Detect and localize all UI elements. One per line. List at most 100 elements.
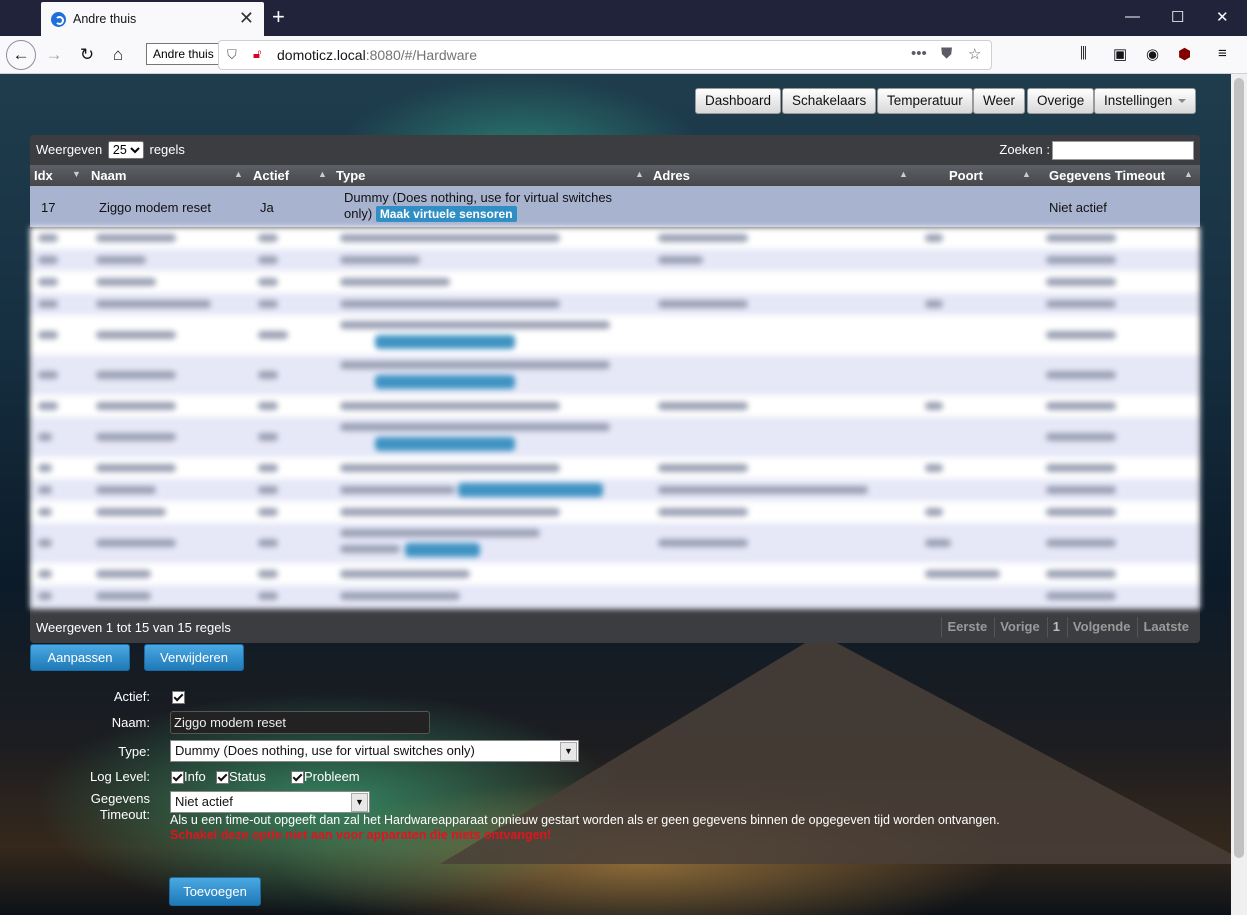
- col-actief[interactable]: Actief: [253, 168, 289, 183]
- ublock-icon[interactable]: ⬢: [1178, 45, 1191, 63]
- sort-icon: ▲: [318, 169, 327, 179]
- cell-actief: Ja: [260, 200, 274, 215]
- pager-page-1[interactable]: 1: [1046, 617, 1065, 637]
- cell-idx: 17: [41, 200, 56, 215]
- sort-icon: ▲: [899, 169, 908, 179]
- log-status-checkbox[interactable]: [216, 771, 229, 785]
- sort-icon: ▲: [1022, 169, 1031, 179]
- chevron-down-icon: ▼: [351, 793, 368, 812]
- account-icon[interactable]: ◉: [1146, 45, 1159, 63]
- minimize-icon[interactable]: —: [1125, 8, 1140, 25]
- page-scrollbar[interactable]: [1231, 74, 1247, 915]
- table-row[interactable]: [30, 585, 1200, 609]
- domoticz-favicon-icon: [51, 12, 66, 27]
- table-row[interactable]: [30, 249, 1200, 271]
- reload-icon[interactable]: ↻: [75, 43, 99, 67]
- pocket-icon[interactable]: ⛊: [941, 45, 952, 62]
- scrollbar-thumb[interactable]: [1234, 78, 1244, 858]
- table-row[interactable]: [30, 523, 1200, 563]
- page-actions-icon[interactable]: •••: [911, 45, 927, 62]
- table-info: Weergeven 1 tot 15 van 15 regels: [36, 620, 231, 635]
- pager-last[interactable]: Laatste: [1137, 617, 1194, 637]
- menu-overige[interactable]: Overige: [1027, 88, 1095, 114]
- cell-type-line2: only) Maak virtuele sensoren: [344, 206, 517, 222]
- search-input[interactable]: [1052, 141, 1194, 160]
- new-tab-icon[interactable]: +: [272, 4, 285, 30]
- active-checkbox[interactable]: [172, 691, 185, 704]
- back-icon[interactable]: ←: [6, 40, 36, 70]
- log-status-option[interactable]: Status: [216, 769, 266, 785]
- table-row[interactable]: [30, 395, 1200, 417]
- pager-previous[interactable]: Vorige: [994, 617, 1045, 637]
- table-row[interactable]: [30, 501, 1200, 523]
- page-length-select[interactable]: 25: [107, 141, 144, 159]
- sort-icon: ▲: [1184, 169, 1193, 179]
- sort-desc-icon: ▼: [72, 169, 81, 179]
- table-row[interactable]: [30, 227, 1200, 249]
- timeout-help-text: Als u een time-out opgeeft dan zal het H…: [170, 813, 1000, 827]
- table-row[interactable]: [30, 271, 1200, 293]
- table-row[interactable]: [30, 457, 1200, 479]
- domoticz-page: Dashboard Schakelaars Temperatuur Weer O…: [0, 74, 1231, 915]
- table-row[interactable]: [30, 315, 1200, 355]
- timeout-label-line1: Gegevens: [90, 791, 150, 806]
- table-row[interactable]: [30, 355, 1200, 395]
- col-idx[interactable]: Idx: [34, 168, 53, 183]
- col-gegevens-timeout[interactable]: Gegevens Timeout: [1049, 168, 1165, 183]
- browser-tab-bar: Andre thuis ✕ + — ☐ ✕: [0, 0, 1247, 36]
- sidebar-icon[interactable]: ▣: [1113, 45, 1127, 63]
- timeout-select[interactable]: Niet actief ▼: [170, 791, 370, 813]
- home-icon[interactable]: ⌂: [106, 43, 130, 67]
- menu-temperatuur[interactable]: Temperatuur: [877, 88, 973, 114]
- tracking-shield-icon[interactable]: ⛉: [227, 47, 237, 63]
- table-row-selected[interactable]: 17 Ziggo modem reset Ja Dummy (Does noth…: [30, 186, 1200, 227]
- insecure-lock-icon[interactable]: 🔓︎: [253, 46, 261, 62]
- search-label: Zoeken :: [999, 142, 1050, 157]
- maximize-icon[interactable]: ☐: [1171, 8, 1184, 26]
- loglevel-label: Log Level:: [90, 769, 150, 784]
- page-length-control: Weergeven 25 regels: [36, 141, 185, 159]
- bookmark-star-icon[interactable]: ☆: [968, 45, 981, 63]
- hardware-table-panel: Weergeven 25 regels Zoeken : Idx ▼ Naam …: [30, 135, 1200, 643]
- col-adres[interactable]: Adres: [653, 168, 690, 183]
- add-button[interactable]: Toevoegen: [169, 877, 261, 906]
- log-problem-option[interactable]: Probleem: [291, 769, 360, 785]
- col-type[interactable]: Type: [336, 168, 365, 183]
- close-tab-icon[interactable]: ✕: [239, 9, 254, 27]
- menu-schakelaars[interactable]: Schakelaars: [782, 88, 877, 114]
- edit-button[interactable]: Aanpassen: [30, 644, 130, 671]
- table-row[interactable]: [30, 563, 1200, 585]
- sort-icon: ▲: [635, 169, 644, 179]
- forward-icon[interactable]: →: [42, 43, 66, 67]
- menu-weer[interactable]: Weer: [973, 88, 1026, 114]
- delete-button[interactable]: Verwijderen: [144, 644, 244, 671]
- browser-tab[interactable]: Andre thuis ✕: [41, 2, 264, 36]
- table-header: Idx ▼ Naam ▲ Actief ▲ Type ▲ Adres ▲ Poo…: [30, 165, 1200, 186]
- col-naam[interactable]: Naam: [91, 168, 126, 183]
- pager-first[interactable]: Eerste: [941, 617, 992, 637]
- log-problem-checkbox[interactable]: [291, 771, 304, 785]
- table-row[interactable]: [30, 479, 1200, 501]
- log-info-checkbox[interactable]: [171, 771, 184, 785]
- log-info-option[interactable]: Info: [171, 769, 206, 785]
- cell-naam: Ziggo modem reset: [99, 200, 211, 215]
- pager-next[interactable]: Volgende: [1066, 617, 1136, 637]
- table-row[interactable]: [30, 417, 1200, 457]
- table-row[interactable]: [30, 293, 1200, 315]
- close-window-icon[interactable]: ✕: [1216, 8, 1229, 26]
- cell-type-line1: Dummy (Does nothing, use for virtual swi…: [344, 190, 613, 205]
- name-input[interactable]: Ziggo modem reset: [170, 711, 430, 734]
- type-label: Type:: [118, 744, 150, 759]
- blurred-table-rows: [30, 227, 1200, 609]
- col-poort[interactable]: Poort: [949, 168, 983, 183]
- menu-instellingen[interactable]: Instellingen: [1094, 88, 1197, 114]
- menu-dashboard[interactable]: Dashboard: [695, 88, 782, 114]
- tab-title: Andre thuis: [73, 12, 137, 26]
- library-icon[interactable]: ⫼: [1080, 45, 1087, 62]
- create-virtual-sensors-button[interactable]: Maak virtuele sensoren: [375, 206, 517, 222]
- hamburger-menu-icon[interactable]: ≡: [1218, 45, 1227, 62]
- name-label: Naam:: [111, 715, 150, 730]
- type-select[interactable]: Dummy (Does nothing, use for virtual swi…: [170, 740, 579, 762]
- url-bar[interactable]: ⛉ 🔓︎ domoticz.local:8080/#/Hardware ••• …: [218, 40, 992, 70]
- pagination: Eerste Vorige 1 Volgende Laatste: [939, 617, 1194, 637]
